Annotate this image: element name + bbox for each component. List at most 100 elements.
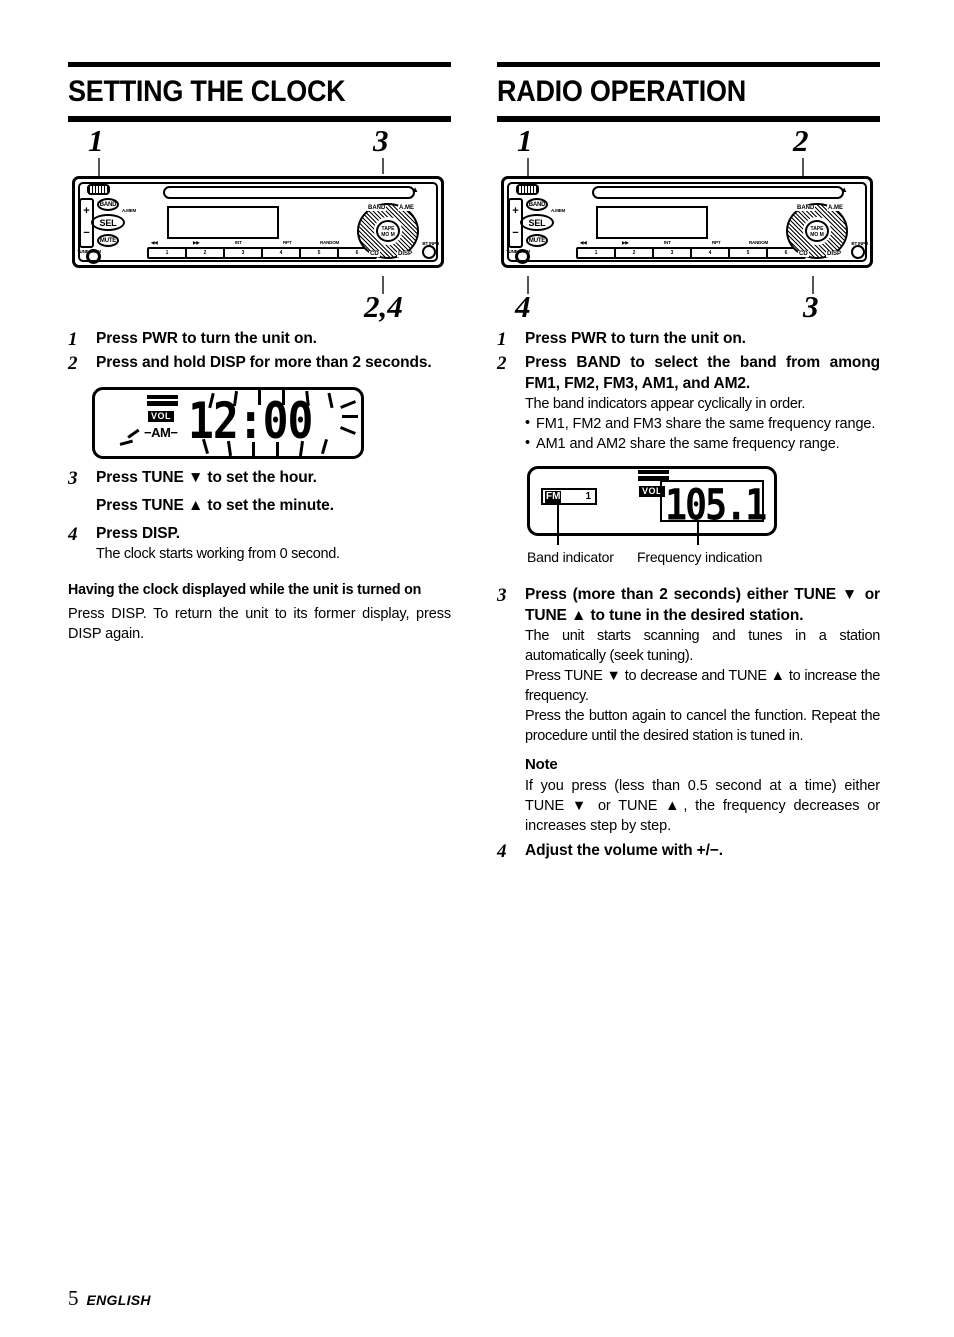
step-2-title: Press and hold DISP for more than 2 seco… (96, 354, 432, 371)
step-4: 4 Adjust the volume with +/−. (497, 840, 880, 863)
dial-disp-label: DISP (396, 251, 413, 257)
int-label: INT (235, 240, 242, 245)
left-diagram-callouts-bottom: 2,4 (68, 276, 451, 324)
flash-ray (276, 442, 279, 457)
step-1-number: 1 (497, 329, 507, 350)
dial-center-button: TAPE MO M (376, 220, 400, 242)
bt-input-label: BT INPU (422, 241, 439, 246)
step-3-sub-line-1: The unit starts scanning and tunes in a … (525, 628, 880, 664)
preset-button-5: 5 (730, 249, 768, 257)
page-title-radio-operation: RADIO OPERATION (497, 75, 746, 108)
band-indicator-fm: FM (545, 490, 562, 503)
rewind-label: ◀◀ (151, 240, 158, 245)
step-3-title: Press TUNE ▼ to set the hour. (96, 469, 317, 486)
rotary-dial-cluster: TAPE MO M BAND A.ME CD DISP (357, 203, 419, 259)
dial-band-label: BAND (367, 205, 387, 211)
band-indicator-number: 1 (585, 491, 591, 502)
faceplate-lcd-window (167, 206, 279, 239)
left-section-heading: SETTING THE CLOCK (68, 62, 451, 122)
bullet-item: AM1 and AM2 share the same frequency ran… (525, 433, 880, 454)
step-3: 3 Press (more than 2 seconds) either TUN… (497, 584, 880, 746)
dial-disp-label: DISP (825, 251, 842, 257)
flash-ray (252, 442, 255, 457)
step-4-title: Adjust the volume with +/−. (525, 842, 723, 859)
sel-button: SEL (520, 214, 554, 231)
sel-button: SEL (91, 214, 125, 231)
left-steps: 1 Press PWR to turn the unit on. 2 Press… (68, 328, 451, 375)
note-block: Note If you press (less than 0.5 second … (525, 754, 880, 836)
left-diagram-callouts-top: 1 3 (68, 122, 451, 180)
step-2: 2 Press BAND to select the band from amo… (497, 352, 880, 454)
dial-cd-label: CD (369, 251, 380, 257)
bt-input-label: BT INPU (851, 241, 868, 246)
preset-button-2: 2 (616, 249, 654, 257)
step-4-number: 4 (497, 841, 507, 862)
clock-time-value: 12:00 (188, 391, 313, 451)
note-heading: Note (525, 756, 558, 773)
left-unit-illustration: BAND SEL MUTE + − TUNE MO M A.MEM 1 2 3 4… (68, 168, 451, 276)
signal-bars-icon (147, 395, 178, 406)
right-steps: 1 Press PWR to turn the unit on. 2 Press… (497, 328, 880, 454)
step-2-number: 2 (68, 353, 78, 374)
forward-label: ▶▶ (622, 240, 629, 245)
frequency-callout-label: Frequency indication (637, 549, 763, 565)
car-stereo-faceplate: BAND SEL MUTE + − TUNE MO M A.MEM 1 2 3 4… (501, 176, 873, 268)
step-3-sub-line-2: Press TUNE ▼ to decrease and TUNE ▲ to i… (525, 668, 880, 704)
preset-button-3: 3 (654, 249, 692, 257)
page-footer: 5 ENGLISH (68, 1286, 151, 1311)
preset-button-2: 2 (187, 249, 225, 257)
frequency-value: 105.1 (665, 481, 767, 531)
subsection-body: Press DISP. To return the unit to its fo… (68, 606, 451, 642)
volume-plus-minus-rocker: + − (79, 198, 94, 248)
flash-ray (258, 390, 261, 405)
step-3-number: 3 (68, 468, 78, 489)
step-3-title-line2: Press TUNE ▲ to set the minute. (96, 497, 334, 514)
step-4-title: Press DISP. (96, 525, 180, 542)
step-1-number: 1 (68, 329, 78, 350)
clock-display-figure: VOL −AM− 12:00 (92, 387, 364, 459)
mute-button: MUTE (97, 234, 119, 247)
mute-button: MUTE (526, 234, 548, 247)
faceplate-lcd-window (596, 206, 708, 239)
dial-ame-label: A.ME (827, 205, 844, 211)
callout-1: 1 (517, 123, 533, 158)
flash-ray (342, 415, 358, 418)
step-3: 3 Press TUNE ▼ to set the hour. Press TU… (68, 467, 451, 516)
right-column: RADIO OPERATION 1 2 BAND SEL MUTE + − TUN… (497, 62, 880, 864)
band-callout-label: Band indicator (527, 549, 614, 565)
vol-badge: VOL (148, 411, 175, 422)
amem-label: A.MEM (551, 208, 565, 213)
eject-icon: ▲ (411, 185, 419, 194)
page-title-setting-the-clock: SETTING THE CLOCK (68, 75, 346, 108)
callout-4: 4 (515, 289, 531, 324)
callout-1: 1 (88, 123, 104, 158)
right-step-4-block: 4 Adjust the volume with +/−. (497, 840, 880, 863)
rewind-label: ◀◀ (580, 240, 587, 245)
side-knob (422, 245, 436, 259)
rotary-dial-cluster: TAPE MO M BAND A.ME CD DISP (786, 203, 848, 259)
footer-language-label: ENGLISH (86, 1292, 151, 1308)
callout-2-4: 2,4 (364, 289, 403, 324)
preset-button-5: 5 (301, 249, 339, 257)
cassette-slot (163, 186, 415, 199)
rpt-label: RPT (712, 240, 721, 245)
radio-display-figure: VOL FM 1 105.1 Band indicator Frequency … (527, 466, 777, 576)
eject-icon: ▲ (840, 185, 848, 194)
dial-cd-label: CD (798, 251, 809, 257)
preset-button-strip: 1 2 3 4 5 6 (147, 247, 377, 259)
subsection-heading: Having the clock displayed while the uni… (68, 581, 422, 598)
step-4-sub: The clock starts working from 0 second. (96, 546, 340, 562)
dial-band-label: BAND (796, 205, 816, 211)
callout-3: 3 (803, 289, 819, 324)
int-label: INT (664, 240, 671, 245)
step-2: 2 Press and hold DISP for more than 2 se… (68, 352, 451, 375)
step-4-number: 4 (68, 524, 78, 545)
step-2-bullet-list: FM1, FM2 and FM3 share the same frequenc… (525, 413, 880, 454)
band-button: BAND (526, 198, 548, 211)
band-callout-leader (557, 505, 559, 545)
preset-button-1: 1 (578, 249, 616, 257)
step-3-title: Press (more than 2 seconds) either TUNE … (525, 586, 880, 624)
dial-center-button: TAPE MO M (805, 220, 829, 242)
step-2-sub: The band indicators appear cyclically in… (525, 396, 806, 412)
preset-button-strip: 1 2 3 4 5 6 (576, 247, 806, 259)
